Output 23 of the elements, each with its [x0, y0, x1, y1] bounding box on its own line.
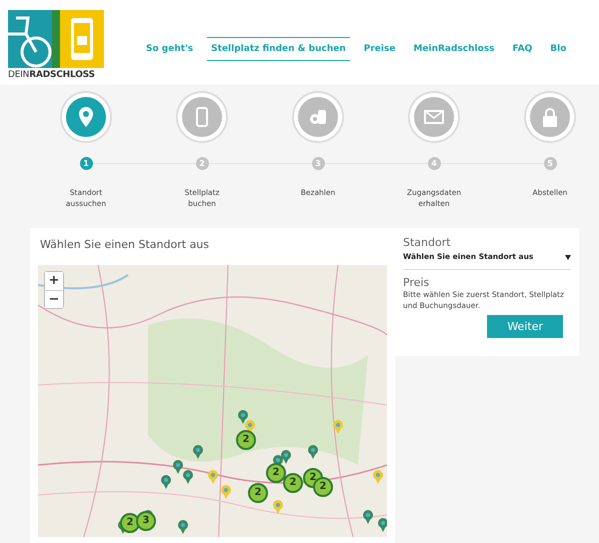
nav-link[interactable]: MeinRadschloss — [409, 36, 499, 60]
nav-link[interactable]: Preise — [360, 36, 400, 60]
price-label: Preis — [403, 276, 430, 288]
coins-icon — [308, 108, 328, 126]
next-button[interactable]: Weiter — [487, 315, 563, 338]
step-number: 3 — [312, 157, 324, 170]
location-pin-icon — [79, 107, 93, 127]
padlock-icon — [542, 107, 558, 127]
step-number: 1 — [80, 157, 92, 170]
step-number: 2 — [196, 157, 208, 170]
zoom-out-button[interactable]: − — [45, 290, 63, 308]
map-title: Wählen Sie einen Standort aus — [40, 238, 210, 250]
nav-link[interactable]: So geht's — [142, 36, 198, 60]
envelope-icon — [424, 110, 444, 124]
location-label: Standort — [403, 236, 452, 248]
step-number: 4 — [428, 157, 440, 170]
nav-link[interactable]: FAQ — [508, 36, 536, 60]
nav-link[interactable]: Blo — [546, 36, 570, 60]
smartphone-icon — [196, 107, 208, 127]
step-number: 5 — [544, 157, 556, 170]
logo-wordmark: DEINRADSCHLOSS — [8, 70, 96, 80]
nav-link[interactable]: Stellplatz finden & buchen — [207, 36, 350, 60]
dropdown-caret-icon — [565, 254, 571, 260]
